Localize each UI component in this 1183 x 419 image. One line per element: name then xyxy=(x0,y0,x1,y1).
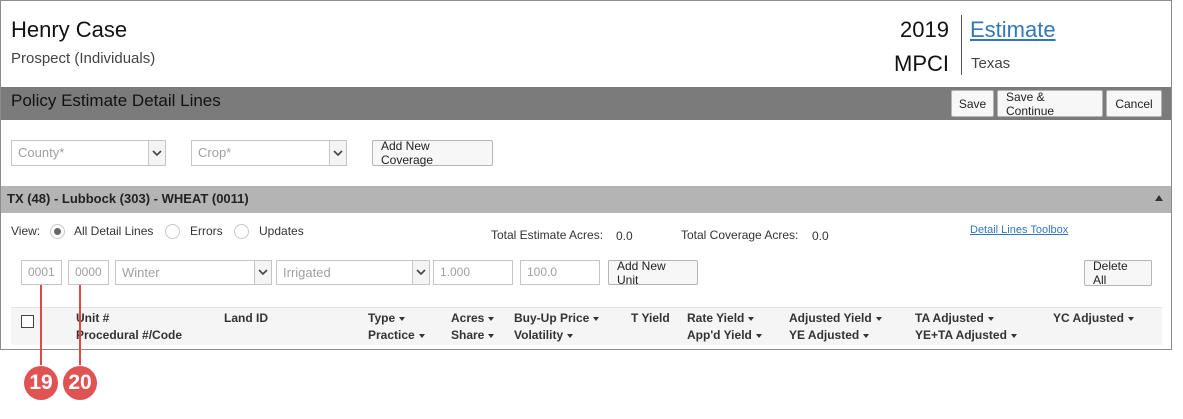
view-all-label: All Detail Lines xyxy=(74,224,154,238)
chevron-down-icon xyxy=(329,141,346,165)
caret-down-icon xyxy=(399,316,406,321)
select-all-checkbox[interactable] xyxy=(21,315,34,328)
caret-down-icon xyxy=(418,333,425,338)
chevron-down-icon xyxy=(148,141,165,165)
view-label: View: xyxy=(11,224,41,238)
view-all-radio[interactable] xyxy=(50,224,65,239)
caret-down-icon xyxy=(1010,333,1017,338)
save-button[interactable]: Save xyxy=(951,90,994,117)
chevron-down-icon xyxy=(412,261,429,284)
col-appd-yield[interactable]: App'd Yield xyxy=(687,328,762,342)
col-volatility[interactable]: Volatility xyxy=(514,328,574,342)
col-buyup[interactable]: Buy-Up Price xyxy=(514,311,600,325)
practice-select-value: Irrigated xyxy=(283,265,331,280)
callout-19-badge: 19 xyxy=(24,366,58,400)
callout-20-line xyxy=(79,285,81,365)
view-updates-label: Updates xyxy=(259,224,304,238)
col-practice[interactable]: Practice xyxy=(368,328,425,342)
col-ye-adjusted[interactable]: YE Adjusted xyxy=(789,328,870,342)
total-coverage-acres-label: Total Coverage Acres: xyxy=(681,228,799,242)
header-divider xyxy=(961,15,962,75)
estimate-link[interactable]: Estimate xyxy=(970,17,1056,43)
practice-select[interactable]: Irrigated xyxy=(276,260,430,285)
county-select[interactable]: County* xyxy=(11,140,166,166)
col-type[interactable]: Type xyxy=(368,311,406,325)
caret-down-icon xyxy=(755,333,762,338)
delete-all-button[interactable]: Delete All xyxy=(1084,259,1152,287)
save-continue-button[interactable]: Save & Continue xyxy=(997,90,1103,118)
callout-19-line xyxy=(40,285,42,365)
col-ye-ta-adjusted-label: YE+TA Adjusted xyxy=(915,328,1007,342)
type-select-value: Winter xyxy=(122,265,160,280)
caret-down-icon xyxy=(567,333,574,338)
caret-down-icon xyxy=(987,316,994,321)
caret-down-icon xyxy=(875,316,882,321)
view-updates-radio[interactable] xyxy=(234,224,249,239)
page-title: Policy Estimate Detail Lines xyxy=(11,91,221,110)
caret-down-icon xyxy=(1127,316,1134,321)
client-name: Henry Case xyxy=(11,17,128,42)
unit-number-input[interactable]: 0001 xyxy=(21,260,62,285)
col-ye-adjusted-label: YE Adjusted xyxy=(789,328,860,342)
col-rate-yield[interactable]: Rate Yield xyxy=(687,311,755,325)
col-unit[interactable]: Unit # xyxy=(76,311,109,325)
coverage-header-bar[interactable]: TX (48) - Lubbock (303) - WHEAT (0011) xyxy=(1,186,1171,213)
detail-lines-title-bar: Policy Estimate Detail Lines Save Save &… xyxy=(1,87,1171,120)
total-coverage-acres-value: 0.0 xyxy=(812,229,829,243)
col-ye-ta-adjusted[interactable]: YE+TA Adjusted xyxy=(915,328,1017,342)
col-t-yield[interactable]: T Yield xyxy=(631,311,670,325)
coverage-title: TX (48) - Lubbock (303) - WHEAT (0011) xyxy=(7,191,249,206)
col-ta-adjusted-label: TA Adjusted xyxy=(915,311,984,325)
chevron-down-icon xyxy=(254,261,271,284)
detail-lines-table-header: Unit # Procedural #/Code Land ID Type Pr… xyxy=(11,307,1162,345)
col-yc-adjusted[interactable]: YC Adjusted xyxy=(1053,311,1134,325)
state-name: Texas xyxy=(971,55,1011,72)
col-practice-label: Practice xyxy=(368,328,415,342)
col-ta-adjusted[interactable]: TA Adjusted xyxy=(915,311,994,325)
crop-select[interactable]: Crop* xyxy=(191,140,347,166)
caret-down-icon xyxy=(488,316,495,321)
caret-down-icon xyxy=(748,316,755,321)
crop-select-value: Crop* xyxy=(198,145,232,160)
col-acres[interactable]: Acres xyxy=(451,311,495,325)
col-procedural[interactable]: Procedural #/Code xyxy=(76,328,182,342)
cancel-button[interactable]: Cancel xyxy=(1106,90,1162,117)
acres-input[interactable]: 1.000 xyxy=(433,260,513,285)
col-volatility-label: Volatility xyxy=(514,328,564,342)
plan-type: MPCI xyxy=(894,51,949,76)
callout-20-badge: 20 xyxy=(63,366,97,400)
estimate-panel: Henry Case Prospect (Individuals) 2019 M… xyxy=(0,0,1172,350)
col-type-label: Type xyxy=(368,311,396,325)
detail-lines-toolbox-link[interactable]: Detail Lines Toolbox xyxy=(970,224,1068,236)
total-estimate-acres-value: 0.0 xyxy=(616,229,633,243)
col-share-label: Share xyxy=(451,328,485,342)
county-select-value: County* xyxy=(18,145,65,160)
collapse-up-icon[interactable] xyxy=(1155,195,1163,201)
col-adjusted-yield-label: Adjusted Yield xyxy=(789,311,872,325)
view-errors-label: Errors xyxy=(190,224,223,238)
total-estimate-acres-label: Total Estimate Acres: xyxy=(491,228,604,242)
col-land-id[interactable]: Land ID xyxy=(224,311,268,325)
col-adjusted-yield[interactable]: Adjusted Yield xyxy=(789,311,882,325)
col-share[interactable]: Share xyxy=(451,328,495,342)
col-buyup-label: Buy-Up Price xyxy=(514,311,590,325)
add-new-unit-button[interactable]: Add New Unit xyxy=(608,259,698,287)
client-type: Prospect (Individuals) xyxy=(11,50,156,67)
share-input[interactable]: 100.0 xyxy=(520,260,600,285)
add-new-coverage-button[interactable]: Add New Coverage xyxy=(372,139,493,167)
col-acres-label: Acres xyxy=(451,311,485,325)
view-errors-radio[interactable] xyxy=(165,224,180,239)
caret-down-icon xyxy=(593,316,600,321)
caret-down-icon xyxy=(863,333,870,338)
crop-year: 2019 xyxy=(900,17,949,42)
type-select[interactable]: Winter xyxy=(115,260,272,285)
col-yc-adjusted-label: YC Adjusted xyxy=(1053,311,1124,325)
col-appd-yield-label: App'd Yield xyxy=(687,328,752,342)
caret-down-icon xyxy=(488,333,495,338)
sub-unit-input[interactable]: 0000 xyxy=(68,260,109,285)
col-rate-yield-label: Rate Yield xyxy=(687,311,745,325)
